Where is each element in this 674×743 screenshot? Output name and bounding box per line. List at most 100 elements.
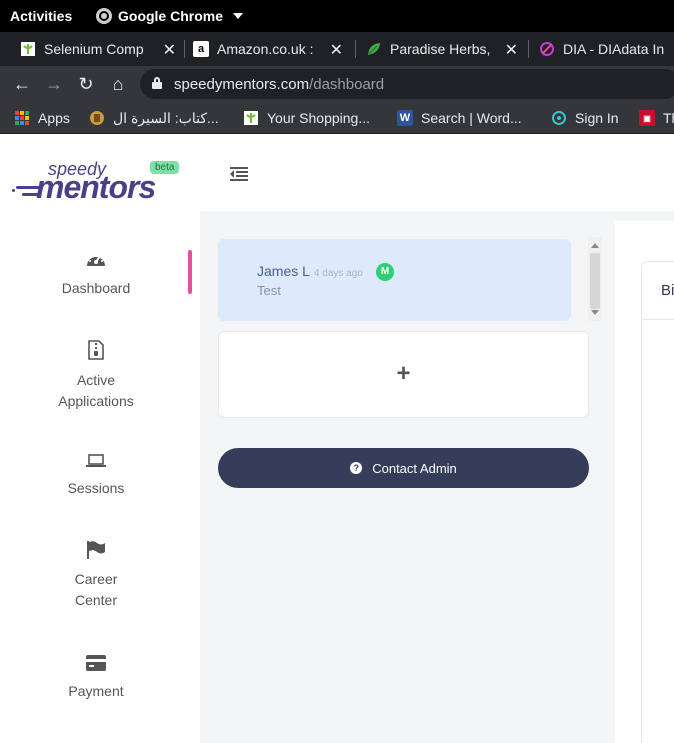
tab-strip: Selenium Comp ✕ a Amazon.co.uk : ✕ Parad… (0, 32, 674, 66)
sidebar-item-active-applications[interactable]: Active Applications (0, 340, 192, 412)
tab-selenium[interactable]: Selenium Comp ✕ (20, 32, 176, 66)
url-text[interactable]: speedymentors.com/dashboard (174, 76, 384, 93)
tab-dia[interactable]: DIA - DIAdata In (539, 32, 674, 66)
menu-toggle-icon[interactable] (230, 167, 248, 181)
bookmark-label: كتاب: السيرة ال... (113, 109, 219, 126)
sidebar: speedy mentors beta Dashboard Active App… (0, 135, 200, 743)
contact-name: James L (257, 263, 310, 279)
close-icon[interactable]: ✕ (163, 40, 176, 60)
details-card-title: Bi (661, 282, 674, 299)
sidebar-item-label-line2: Center (74, 592, 118, 608)
question-circle-icon: ? (350, 462, 363, 474)
web-page: speedy mentors beta Dashboard Active App… (0, 135, 674, 743)
tab-title: Amazon.co.uk : (217, 41, 314, 57)
contact-admin-label: Contact Admin (372, 460, 457, 476)
bookmark-label: Your Shopping... (267, 110, 371, 126)
activities-button[interactable]: Activities (10, 8, 72, 24)
plus-icon: + (396, 360, 411, 387)
back-button[interactable]: ← (10, 72, 34, 96)
sidebar-item-payment[interactable]: Payment (0, 655, 192, 702)
word-icon: W (397, 110, 413, 126)
tab-amazon[interactable]: a Amazon.co.uk : ✕ (193, 32, 343, 66)
sidebar-item-label: Dashboard (61, 280, 131, 296)
speedymentors-logo[interactable]: speedy mentors beta (12, 159, 192, 205)
credit-card-icon (0, 655, 192, 677)
mentor-badge: M (376, 263, 394, 281)
app-name: Google Chrome (118, 8, 224, 24)
sidebar-item-dashboard[interactable]: Dashboard (0, 250, 192, 299)
leaf-icon (366, 41, 382, 57)
details-card-header: Bi (642, 262, 674, 320)
url-path: /dashboard (309, 76, 385, 93)
bookmark-label: Search | Word... (421, 110, 522, 126)
bookmark-label: Th (663, 110, 674, 126)
home-button[interactable]: ⌂ (106, 72, 130, 96)
tab-title: Selenium Comp (44, 41, 144, 57)
bookmark-search-word[interactable]: W Search | Word... (397, 108, 522, 128)
contact-admin-button[interactable]: ? Contact Admin (218, 448, 589, 488)
conversation-time: 4 days ago (313, 268, 363, 279)
details-card: Bi (641, 261, 674, 743)
browser-toolbar: ← → ↻ ⌂ speedymentors.com/dashboard (0, 66, 674, 102)
reload-button[interactable]: ↻ (74, 72, 98, 96)
sidebar-item-label-line1: Career (74, 571, 118, 587)
selenium-icon (20, 41, 36, 57)
sidebar-item-label-line2: Applications (58, 393, 134, 409)
address-bar[interactable]: speedymentors.com/dashboard (140, 69, 674, 99)
forward-button[interactable]: → (42, 72, 66, 96)
flag-icon (0, 541, 192, 565)
tab-title: DIA - DIAdata In (563, 41, 665, 57)
book-icon (89, 110, 105, 126)
active-indicator (188, 250, 192, 294)
sidebar-item-sessions[interactable]: Sessions (0, 453, 192, 499)
app-menu[interactable]: Google Chrome (96, 8, 244, 24)
url-host: speedymentors.com (174, 76, 310, 93)
close-icon[interactable]: ✕ (505, 40, 518, 60)
signin-icon (551, 110, 567, 126)
right-pane: Bi (615, 221, 674, 743)
bookmark-label: Sign In (575, 110, 619, 126)
tab-paradise-herbs[interactable]: Paradise Herbs, ✕ (366, 32, 518, 66)
bookmark-apps[interactable]: Apps (14, 108, 70, 128)
scroll-up-icon[interactable] (591, 243, 599, 248)
laptop-icon (0, 453, 192, 474)
bookmark-sign-in[interactable]: Sign In (551, 108, 619, 128)
bookmark-label: Apps (38, 110, 70, 126)
bookmarks-bar: Apps كتاب: السيرة ال... Your Shopping...… (0, 102, 674, 134)
bookmark-book[interactable]: كتاب: السيرة ال... (89, 108, 219, 128)
lock-icon[interactable] (152, 77, 162, 89)
conversation-item[interactable]: James L4 days ago M Test (218, 239, 571, 321)
os-top-bar: Activities Google Chrome (0, 0, 674, 32)
sidebar-item-label: Sessions (67, 480, 125, 496)
logo-speed-line (16, 186, 40, 189)
tab-divider (355, 40, 356, 58)
sidebar-item-label-line1: Active (76, 372, 116, 388)
bookmark-news[interactable]: ▣ Th (639, 108, 674, 128)
main-content: James L4 days ago M Test + ? Contact Adm… (200, 211, 674, 743)
selenium-icon (243, 110, 259, 126)
logo-speed-line (22, 193, 40, 196)
sidebar-item-label: Payment (68, 683, 124, 699)
tab-divider (184, 40, 185, 58)
chrome-icon (96, 8, 112, 24)
add-conversation-button[interactable]: + (218, 331, 589, 418)
logo-speed-dot (12, 189, 15, 192)
chevron-down-icon (233, 13, 244, 19)
news-icon: ▣ (639, 110, 655, 126)
conversation-list: James L4 days ago M Test (218, 237, 602, 327)
sidebar-item-career-center[interactable]: Career Center (0, 541, 192, 611)
gauge-icon (0, 250, 192, 274)
close-icon[interactable]: ✕ (330, 40, 343, 60)
scrollbar[interactable] (588, 237, 602, 321)
apps-grid-icon (14, 110, 30, 126)
conversation-preview: Test (257, 283, 281, 298)
conversation-name: James L4 days ago (257, 263, 363, 279)
dia-icon (539, 41, 555, 57)
scrollbar-thumb[interactable] (590, 253, 600, 309)
tab-title: Paradise Herbs, (390, 41, 491, 57)
top-header (200, 135, 674, 211)
beta-badge: beta (150, 161, 180, 174)
scroll-down-icon[interactable] (591, 310, 599, 315)
tab-divider (528, 40, 529, 58)
bookmark-shopping[interactable]: Your Shopping... (243, 108, 370, 128)
